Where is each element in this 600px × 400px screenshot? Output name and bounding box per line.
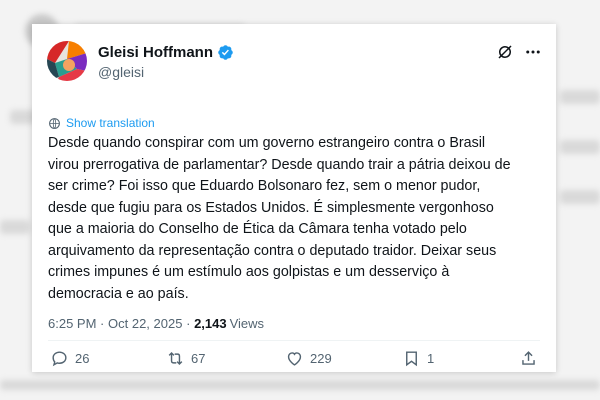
- views-label: Views: [229, 316, 265, 331]
- show-translation-label: Show translation: [66, 116, 155, 130]
- heart-icon: [287, 352, 302, 366]
- bookmark-button[interactable]: 1: [402, 349, 434, 368]
- more-options-icon[interactable]: [524, 43, 542, 61]
- reply-icon: [52, 351, 67, 367]
- like-button[interactable]: 229: [285, 349, 332, 368]
- share-icon: [522, 351, 535, 365]
- reply-button[interactable]: 26: [50, 349, 89, 368]
- verified-badge-icon: [218, 45, 233, 60]
- post-time[interactable]: 6:25 PM: [48, 316, 96, 331]
- meta-separator-2: ·: [186, 316, 191, 331]
- repost-icon: [168, 351, 183, 366]
- post-meta: 6:25 PM · Oct 22, 2025 · 2,143 Views: [48, 316, 264, 331]
- divider: [48, 340, 540, 341]
- show-translation-link[interactable]: Show translation: [48, 116, 155, 130]
- action-bar: 26 67 229 1: [32, 349, 556, 371]
- bookmark-count: 1: [427, 351, 435, 366]
- avatar[interactable]: [47, 41, 87, 81]
- repost-count: 67: [191, 351, 206, 366]
- author-handle[interactable]: @gleisi: [98, 64, 144, 80]
- post-text: Desde quando conspirar com um governo es…: [48, 135, 511, 302]
- bookmark-icon: [406, 351, 417, 367]
- reply-count: 26: [75, 351, 90, 366]
- avatar-image: [47, 41, 87, 81]
- globe-icon: [49, 117, 60, 129]
- grok-icon[interactable]: [496, 43, 514, 61]
- meta-separator: ·: [100, 316, 105, 331]
- share-button[interactable]: [519, 349, 544, 368]
- repost-button[interactable]: 67: [166, 349, 205, 368]
- tweet-card: Gleisi Hoffmann @gleisi Show translation…: [32, 24, 556, 372]
- tweet-header: Gleisi Hoffmann @gleisi: [47, 41, 544, 97]
- author-name[interactable]: Gleisi Hoffmann: [98, 44, 213, 61]
- views-count: 2,143: [194, 316, 227, 331]
- post-date[interactable]: Oct 22, 2025: [108, 316, 182, 331]
- like-count: 229: [310, 351, 332, 366]
